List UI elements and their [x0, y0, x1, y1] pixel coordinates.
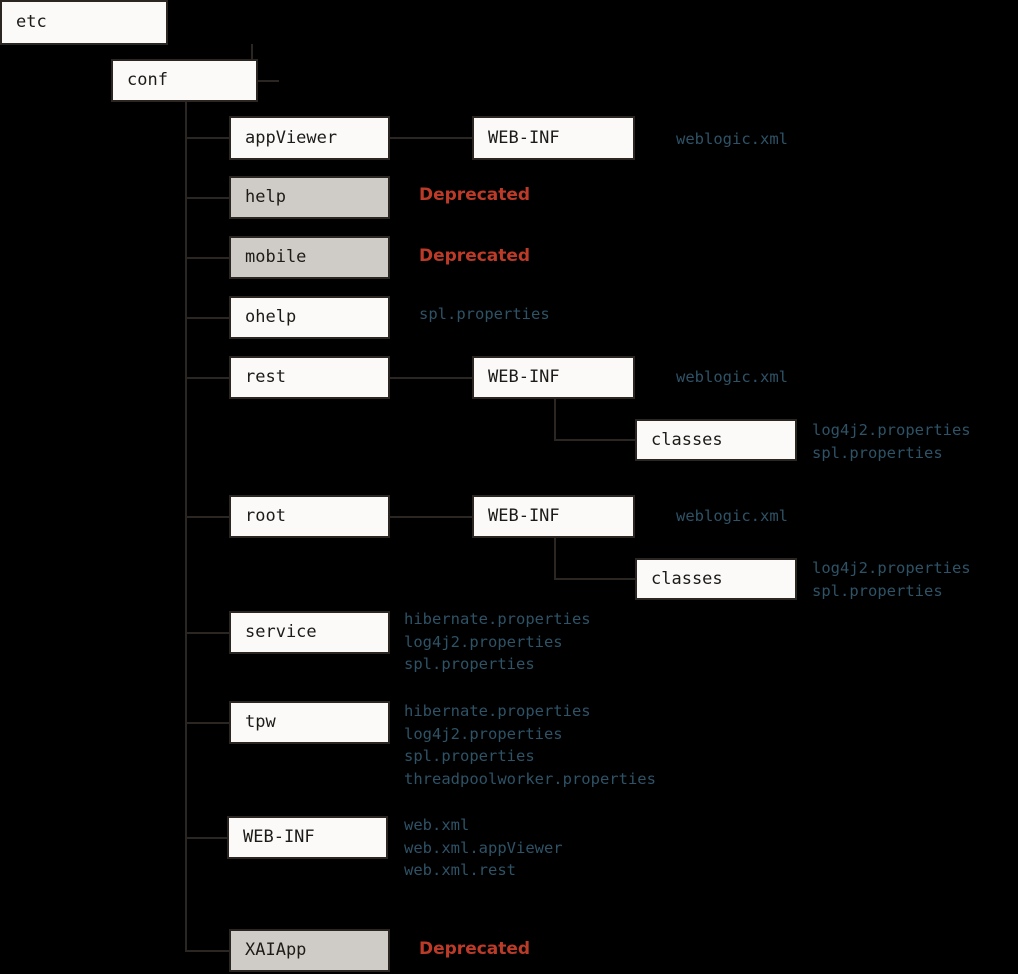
node-mobile[interactable]: mobile: [229, 236, 390, 279]
annotation-rest-webinf-files: weblogic.xml: [676, 368, 788, 386]
node-xaiapp[interactable]: XAIApp: [229, 929, 390, 972]
node-root-webinf-label: WEB-INF: [488, 506, 560, 526]
connector-rest-webinf-down: [554, 398, 556, 441]
deprecated-tag-mobile: Deprecated: [419, 246, 531, 266]
connector-branch-ohelp: [185, 317, 231, 319]
node-help[interactable]: help: [229, 176, 390, 219]
connector-branch-webinf: [185, 837, 228, 839]
node-help-label: help: [245, 187, 286, 207]
node-appviewer-webinf-label: WEB-INF: [488, 127, 560, 148]
node-appviewer[interactable]: appViewer: [229, 116, 390, 160]
annotation-webinf-files: web.xml web.xml.appViewer web.xml.rest: [404, 816, 563, 879]
connector-branch-mobile: [185, 257, 231, 259]
connector-root-webinf-down: [554, 537, 556, 580]
connector-branch-appviewer: [185, 137, 231, 139]
node-root-classes-label: classes: [651, 568, 723, 589]
node-ohelp-label: ohelp: [245, 307, 297, 327]
connector-branch-service: [185, 632, 231, 634]
node-etc[interactable]: etc: [0, 0, 168, 45]
node-rest[interactable]: rest: [229, 356, 390, 399]
connector-branch-xaiapp: [185, 950, 231, 952]
node-rest-webinf-label: WEB-INF: [488, 367, 560, 387]
annotation-rest-classes-files: log4j2.properties spl.properties: [812, 421, 971, 462]
connector-appviewer-to-webinf: [389, 137, 474, 139]
node-rest-classes[interactable]: classes: [635, 419, 797, 461]
node-etc-label: etc: [16, 12, 47, 32]
node-xaiapp-label: XAIApp: [245, 940, 307, 960]
connector-rest-webinf-to-classes: [554, 439, 637, 441]
annotation-service-files: hibernate.properties log4j2.properties s…: [404, 610, 591, 673]
connector-conf-trunk: [185, 102, 187, 951]
deprecated-tag-xaiapp: Deprecated: [419, 939, 531, 959]
connector-branch-tpw: [185, 722, 231, 724]
node-tpw[interactable]: tpw: [229, 701, 390, 744]
node-appviewer-webinf[interactable]: WEB-INF: [472, 116, 635, 160]
annotation-ohelp-files: spl.properties: [419, 305, 550, 323]
node-service-label: service: [245, 622, 317, 642]
node-rest-label: rest: [245, 367, 286, 387]
node-rest-webinf[interactable]: WEB-INF: [472, 356, 635, 399]
connector-branch-rest: [185, 377, 231, 379]
node-root[interactable]: root: [229, 495, 390, 538]
node-conf[interactable]: conf: [111, 59, 258, 102]
node-conf-label: conf: [127, 70, 168, 90]
connector-branch-root: [185, 516, 231, 518]
node-root-webinf[interactable]: WEB-INF: [472, 495, 635, 538]
connector-root-to-webinf: [389, 516, 474, 518]
connector-branch-help: [185, 197, 231, 199]
annotation-tpw-files: hibernate.properties log4j2.properties s…: [404, 702, 656, 788]
annotation-appviewer-webinf-files: weblogic.xml: [676, 130, 788, 148]
connector-rest-to-webinf: [389, 377, 474, 379]
node-webinf-label: WEB-INF: [243, 827, 315, 847]
connector-root-webinf-to-classes: [554, 578, 637, 580]
annotation-root-webinf-files: weblogic.xml: [676, 507, 788, 525]
node-mobile-label: mobile: [245, 247, 307, 267]
node-root-classes[interactable]: classes: [635, 558, 797, 600]
node-ohelp[interactable]: ohelp: [229, 296, 390, 339]
node-webinf[interactable]: WEB-INF: [227, 816, 388, 859]
deprecated-tag-help: Deprecated: [419, 185, 531, 205]
node-root-label: root: [245, 506, 286, 526]
node-appviewer-label: appViewer: [245, 127, 338, 148]
directory-tree-diagram: etc conf appViewer WEB-INF help mobile o…: [0, 0, 1018, 974]
node-tpw-label: tpw: [245, 712, 276, 732]
annotation-root-classes-files: log4j2.properties spl.properties: [812, 559, 971, 600]
node-service[interactable]: service: [229, 611, 390, 654]
node-rest-classes-label: classes: [651, 429, 723, 450]
